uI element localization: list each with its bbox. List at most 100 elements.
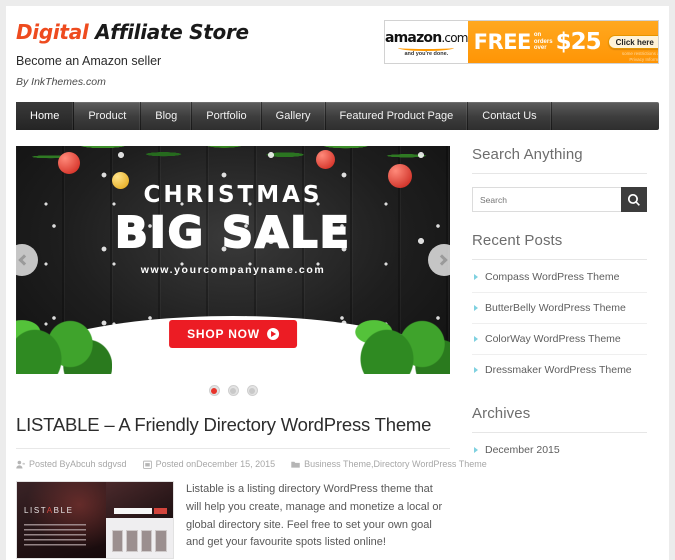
nav-item-gallery[interactable]: Gallery [262,102,326,130]
amazon-ad-click-here-button[interactable]: Click here [607,35,658,49]
site-header: Digital Affiliate Store Become an Amazon… [6,6,669,102]
chevron-right-icon [436,254,448,266]
widget-recent-posts-title: Recent Posts [472,232,647,260]
widget-recent-posts: Recent Posts Compass WordPress Theme But… [472,232,647,385]
recent-post-label: Dressmaker WordPress Theme [485,364,632,376]
amazon-ad-click-label: Click here [615,37,654,47]
bullet-arrow-icon [474,274,478,280]
post-thumbnail-grid-cell [140,530,153,552]
sidebar: Search Anything Recent Posts Compass Wor… [472,146,647,559]
amazon-ad-fine-print-1: some restrictions apply [621,51,658,57]
post-thumbnail-logo-c: BLE [53,506,74,515]
recent-post-label: Compass WordPress Theme [485,271,620,283]
amazon-ad-fine-print-2: Privacy Information [629,56,659,62]
slider-pagination [16,385,450,396]
recent-post-item[interactable]: ButterBelly WordPress Theme [472,293,647,324]
arrow-right-icon [266,328,279,340]
nav-item-product[interactable]: Product [74,102,142,130]
search-input[interactable] [472,187,621,212]
widget-search-title: Search Anything [472,146,647,174]
post-thumbnail-right-panel [105,482,173,558]
post-thumbnail-search-button [153,508,167,514]
post-meta-categories[interactable]: Business Theme,Directory WordPress Theme [291,459,487,469]
content-area: CHRISTMAS BIG SALE www.yourcompanyname.c… [6,130,669,559]
page-root: Digital Affiliate Store Become an Amazon… [0,0,675,560]
post-meta: Posted ByAbcuh sdgvsd Posted onDecember … [16,448,487,469]
amazon-ad-orders-label: on orders over [534,32,553,53]
nav-item-portfolio[interactable]: Portfolio [192,102,262,130]
recent-post-item[interactable]: Compass WordPress Theme [472,262,647,293]
amazon-ad-orders-line3: over [533,45,547,52]
post-meta-author-label: Posted ByAbcuh sdgvsd [29,459,127,469]
nav-filler [552,102,659,130]
chevron-left-icon [18,254,30,266]
amazon-ad-logo: amazon.com and you're done. [385,21,468,63]
amazon-ad-orders-line1: on [533,31,542,38]
amazon-ad-orders-line2: orders [533,38,553,45]
widget-archives: Archives December 2015 [472,405,647,465]
recent-post-item[interactable]: Dressmaker WordPress Theme [472,355,647,385]
hero-slider: CHRISTMAS BIG SALE www.yourcompanyname.c… [16,146,450,374]
post-thumbnail-grid [111,530,167,552]
nav-item-featured-product-page[interactable]: Featured Product Page [326,102,469,130]
post-thumbnail-text-lines [24,524,86,546]
post-meta-date-label: Posted onDecember 15, 2015 [155,459,276,469]
folder-icon [291,461,300,468]
site-logo-part1: Digital [16,20,96,44]
amazon-ad-free-label: FREE [473,29,532,54]
post-thumbnail-logo: LISTABLE [24,506,74,515]
slider-dot-1[interactable] [208,385,220,396]
slider-dot-3[interactable] [246,385,258,396]
archive-item[interactable]: December 2015 [472,435,647,465]
search-form [472,187,647,212]
recent-post-label: ColorWay WordPress Theme [485,333,621,345]
post-title[interactable]: LISTABLE – A Friendly Directory WordPres… [16,414,450,436]
post-meta-author[interactable]: Posted ByAbcuh sdgvsd [16,459,127,469]
search-submit-button[interactable] [621,187,647,212]
post-thumbnail[interactable]: LISTABLE [16,481,174,559]
bullet-arrow-icon [474,367,478,373]
post-thumbnail-left-panel [17,482,106,558]
amazon-ad-subtext: and you're done. [404,50,449,57]
slide-title: CHRISTMAS [143,182,323,208]
post-meta-categories-label: Business Theme,Directory WordPress Theme [304,459,487,469]
archive-label: December 2015 [485,444,560,456]
recent-post-item[interactable]: ColorWay WordPress Theme [472,324,647,355]
nav-item-blog[interactable]: Blog [141,102,193,130]
site-byline: By InkThemes.com [16,76,106,88]
amazon-tld-text: .com [441,30,468,45]
shop-now-button[interactable]: SHOP NOW [169,320,297,348]
post-thumbnail-logo-b: A [46,506,54,515]
amazon-ad-banner[interactable]: amazon.com and you're done. FREE on orde… [384,20,659,64]
arrow-right-icon [657,37,658,47]
bullet-arrow-icon [474,447,478,453]
slider-dot-2[interactable] [227,385,239,396]
bullet-arrow-icon [474,336,478,342]
post-body: LISTABLE Listable is a listing directory… [16,481,450,559]
search-icon [628,193,640,206]
fir-branches-bottom-left-decoration [16,274,112,374]
slide-subtitle: BIG SALE [114,207,352,259]
main-navigation: Home Product Blog Portfolio Gallery Feat… [16,102,659,130]
post-thumbnail-grid-cell [155,530,167,552]
widget-search: Search Anything [472,146,647,212]
post-excerpt: Listable is a listing directory WordPres… [186,483,443,549]
post-thumbnail-logo-a: LIST [24,506,47,515]
bullet-arrow-icon [474,305,478,311]
nav-item-contact-us[interactable]: Contact Us [468,102,552,130]
shop-now-label: SHOP NOW [187,327,260,341]
site-logo-part2: Affiliate Store [95,20,249,44]
post-thumbnail-search-bar [113,508,152,514]
amazon-ad-fine-print: some restrictions apply Privacy Informat… [621,51,659,62]
user-icon [16,460,25,468]
nav-item-home[interactable]: Home [16,102,75,130]
archives-list: December 2015 [472,435,647,465]
post-thumbnail-grid-cell [126,530,138,552]
main-column: CHRISTMAS BIG SALE www.yourcompanyname.c… [16,146,487,559]
recent-post-label: ButterBelly WordPress Theme [485,302,626,314]
post-meta-date[interactable]: Posted onDecember 15, 2015 [142,459,276,469]
widget-archives-title: Archives [472,405,647,433]
post-thumbnail-grid-cell [111,530,124,552]
amazon-smile-icon [398,44,455,51]
recent-posts-list: Compass WordPress Theme ButterBelly Word… [472,262,647,385]
